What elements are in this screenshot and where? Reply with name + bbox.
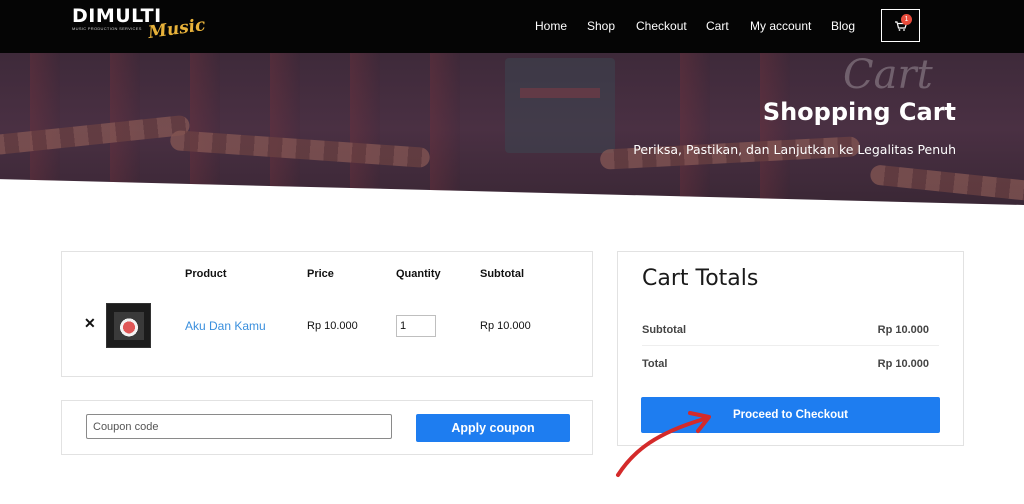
column-header-product: Product <box>185 268 227 280</box>
page-title: Shopping Cart <box>762 98 956 126</box>
hero-decoration <box>869 164 1024 202</box>
product-name-link[interactable]: Aku Dan Kamu <box>185 319 266 333</box>
total-value: Rp 10.000 <box>877 358 929 370</box>
site-header: DIMULTI MUSIC PRODUCTION SERVICES Music … <box>0 0 1024 53</box>
cart-count-badge: 1 <box>901 14 912 25</box>
hero-decoration <box>190 53 220 205</box>
column-header-subtotal: Subtotal <box>480 268 524 280</box>
nav-shop[interactable]: Shop <box>587 18 615 34</box>
nav-my-account[interactable]: My account <box>750 18 811 34</box>
column-header-price: Price <box>307 268 334 280</box>
product-subtotal: Rp 10.000 <box>480 320 531 332</box>
hero-decoration <box>350 53 380 205</box>
apply-coupon-button[interactable]: Apply coupon <box>416 414 570 442</box>
nav-home[interactable]: Home <box>535 18 567 34</box>
cart-table: Product Price Quantity Subtotal ✕ Aku Da… <box>61 251 593 377</box>
logo-tagline: MUSIC PRODUCTION SERVICES <box>72 26 142 31</box>
totals-divider <box>642 345 939 346</box>
remove-item-button[interactable]: ✕ <box>84 315 96 331</box>
close-icon: ✕ <box>84 315 96 331</box>
header-cart-button[interactable]: 1 <box>881 9 920 42</box>
total-label: Total <box>642 358 668 370</box>
product-thumbnail[interactable] <box>106 303 151 348</box>
subtotal-value: Rp 10.000 <box>877 324 929 336</box>
product-image <box>114 312 144 340</box>
hero-decoration <box>0 114 191 156</box>
cart-totals-title: Cart Totals <box>642 266 759 291</box>
column-header-quantity: Quantity <box>396 268 441 280</box>
hero-decoration <box>520 88 600 98</box>
quantity-input[interactable] <box>396 315 436 337</box>
hero-decoration <box>270 53 300 205</box>
subtotal-label: Subtotal <box>642 324 686 336</box>
hero-decoration <box>760 53 790 205</box>
site-logo[interactable]: DIMULTI MUSIC PRODUCTION SERVICES Music <box>72 6 207 46</box>
annotation-arrow-icon <box>616 411 711 477</box>
hero-decoration <box>680 53 710 205</box>
page-subtitle: Periksa, Pastikan, dan Lanjutkan ke Lega… <box>633 142 956 157</box>
nav-blog[interactable]: Blog <box>831 18 855 34</box>
coupon-section: Apply coupon <box>61 400 593 455</box>
hero-script-text: Cart <box>843 52 933 98</box>
product-price: Rp 10.000 <box>307 320 358 332</box>
nav-checkout[interactable]: Checkout <box>636 18 687 34</box>
hero-decoration <box>505 58 615 153</box>
nav-cart[interactable]: Cart <box>706 18 729 34</box>
hero-decoration <box>430 53 460 205</box>
coupon-code-input[interactable] <box>86 414 392 439</box>
